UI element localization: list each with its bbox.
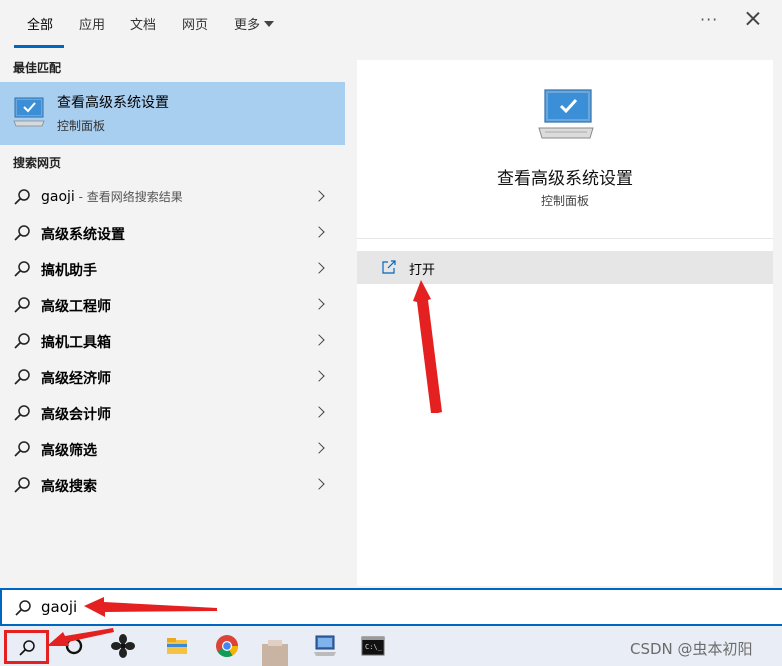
chevron-right-icon[interactable] [313, 262, 325, 274]
svg-text:C:\_: C:\_ [365, 643, 383, 651]
chevron-right-icon[interactable] [313, 226, 325, 238]
tab-bar: 全部 应用 文档 网页 更多 ··· [0, 0, 782, 48]
preview-title: 查看高级系统设置 [497, 169, 633, 189]
best-match-item[interactable]: 查看高级系统设置 控制面板 [0, 82, 345, 145]
file-explorer-icon[interactable] [164, 633, 190, 659]
tab-documents[interactable]: 文档 [130, 14, 156, 33]
divider [357, 238, 773, 239]
search-icon [14, 405, 30, 421]
computer-monitor-icon [538, 89, 594, 139]
web-result-query: gaoji [41, 189, 75, 205]
chevron-right-icon[interactable] [313, 478, 325, 490]
blurred-app-icon[interactable] [262, 640, 288, 666]
chevron-right-icon[interactable] [313, 190, 325, 202]
chevron-down-icon [264, 21, 275, 27]
web-result-label: 搞机助手 [41, 263, 97, 279]
web-result-row[interactable]: 高级系统设置 [0, 215, 345, 251]
chevron-right-icon[interactable] [313, 442, 325, 454]
web-result-label: gaoji - 查看网络搜索结果 [41, 188, 183, 205]
web-results-heading: 搜索网页 [13, 156, 62, 170]
tab-apps[interactable]: 应用 [79, 14, 105, 33]
terminal-icon[interactable]: C:\_ [360, 633, 386, 659]
cortana-circle-icon[interactable] [61, 633, 87, 659]
search-icon [15, 600, 31, 616]
search-icon [14, 441, 30, 457]
search-icon [14, 189, 30, 205]
chevron-right-icon[interactable] [313, 334, 325, 346]
best-match-title: 查看高级系统设置 [57, 95, 169, 111]
chevron-right-icon[interactable] [313, 406, 325, 418]
web-result-row[interactable]: 高级筛选 [0, 431, 345, 467]
tab-all[interactable]: 全部 [27, 14, 53, 33]
best-match-heading: 最佳匹配 [13, 61, 62, 75]
web-result-label: 高级经济师 [41, 371, 111, 387]
search-icon [14, 225, 30, 241]
close-icon[interactable] [740, 6, 766, 32]
web-result-label: 高级工程师 [41, 299, 111, 315]
chevron-right-icon[interactable] [313, 370, 325, 382]
taskbar-search-button[interactable] [4, 630, 49, 664]
web-result-row[interactable]: 高级经济师 [0, 359, 345, 395]
chrome-icon[interactable] [214, 633, 240, 659]
web-result-label: 高级筛选 [41, 443, 97, 459]
taskbar: C:\_ CSDN @虫本初阳 [0, 626, 782, 666]
search-icon [19, 640, 35, 656]
search-icon [14, 333, 30, 349]
tab-more-label: 更多 [234, 18, 261, 33]
preview-panel: 查看高级系统设置 控制面板 打开 [357, 60, 773, 586]
open-external-icon [382, 260, 396, 274]
computer-app-icon[interactable] [312, 633, 338, 659]
open-action[interactable]: 打开 [357, 251, 773, 284]
web-result-row[interactable]: gaoji - 查看网络搜索结果 [0, 179, 345, 215]
search-input[interactable]: gaoji [0, 588, 782, 626]
web-result-row[interactable]: 搞机工具箱 [0, 323, 345, 359]
web-result-hint: - 查看网络搜索结果 [74, 190, 183, 204]
tab-more[interactable]: 更多 [234, 14, 275, 33]
chevron-right-icon[interactable] [313, 298, 325, 310]
preview-subtitle: 控制面板 [540, 194, 589, 208]
web-result-row[interactable]: 高级搜索 [0, 467, 345, 503]
web-result-label: 高级搜索 [41, 479, 97, 495]
open-action-label: 打开 [409, 263, 436, 278]
results-panel: 最佳匹配 查看高级系统设置 控制面板 搜索网页 gaoji - 查看网络搜索结果… [0, 48, 346, 586]
fan-app-icon[interactable] [110, 633, 136, 659]
web-result-label: 搞机工具箱 [41, 335, 111, 351]
web-result-label: 高级会计师 [41, 407, 111, 423]
web-result-row[interactable]: 高级工程师 [0, 287, 345, 323]
computer-monitor-icon [13, 97, 45, 127]
web-result-row[interactable]: 搞机助手 [0, 251, 345, 287]
search-icon [14, 261, 30, 277]
web-result-label: 高级系统设置 [41, 227, 125, 243]
search-icon [14, 477, 30, 493]
search-input-value[interactable]: gaoji [41, 598, 77, 616]
watermark: CSDN @虫本初阳 [630, 640, 753, 658]
search-icon [14, 369, 30, 385]
search-icon [14, 297, 30, 313]
web-result-row[interactable]: 高级会计师 [0, 395, 345, 431]
best-match-subtitle: 控制面板 [57, 119, 106, 133]
tab-web[interactable]: 网页 [182, 14, 208, 33]
ellipsis-icon[interactable]: ··· [700, 10, 718, 29]
